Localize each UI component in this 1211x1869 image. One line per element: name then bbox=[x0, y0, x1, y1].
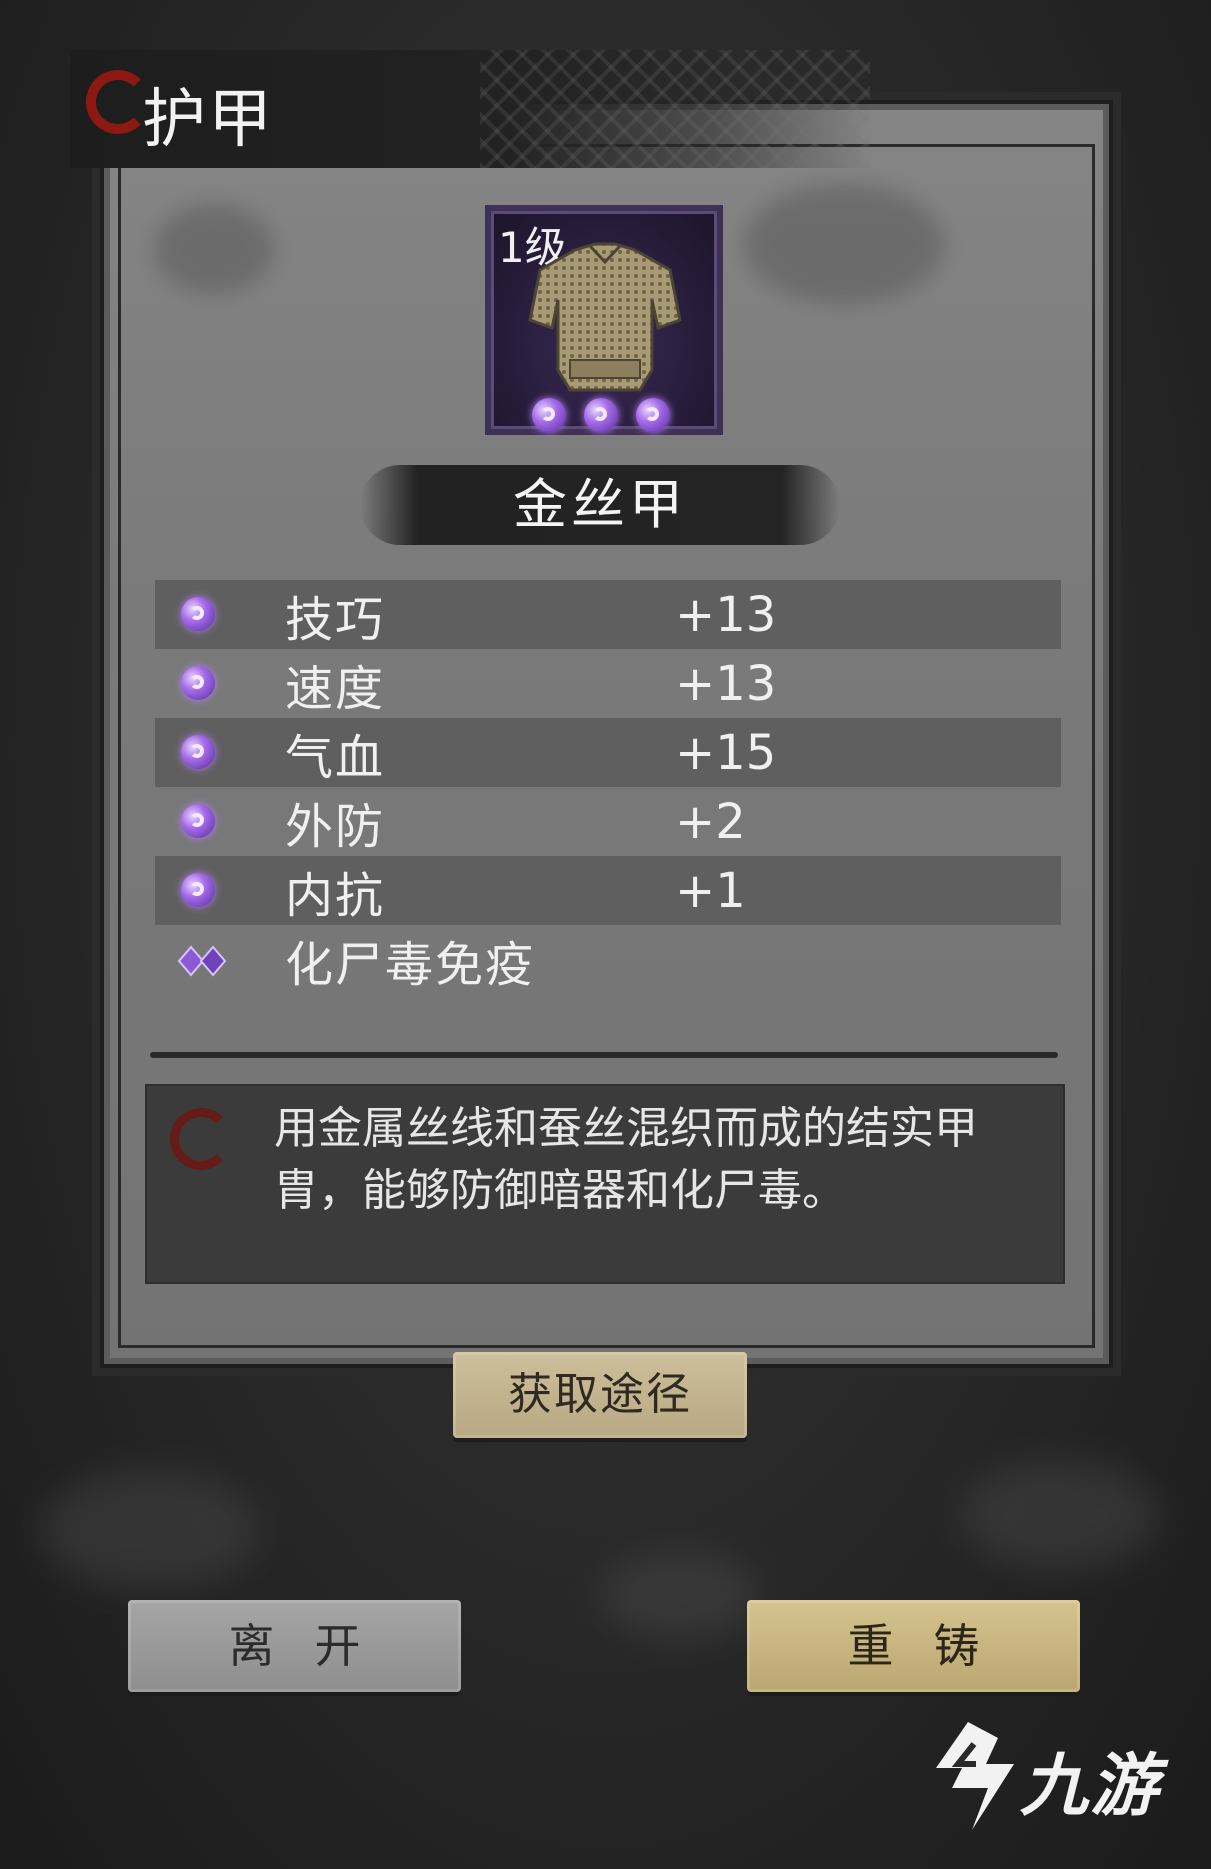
special-effect-label: 化尸毒免疫 bbox=[285, 936, 536, 993]
purple-swirl-icon bbox=[181, 804, 215, 838]
background-smudge bbox=[960, 1460, 1160, 1570]
armor-icon bbox=[528, 242, 682, 392]
stat-label: 速度 bbox=[285, 660, 386, 717]
stat-label: 技巧 bbox=[285, 591, 386, 648]
background-smudge bbox=[600, 1550, 760, 1640]
jiuyou-logo-icon bbox=[936, 1722, 1014, 1830]
purple-orb-icon bbox=[584, 398, 618, 432]
background-smudge bbox=[40, 1470, 260, 1590]
ink-decoration bbox=[154, 204, 274, 294]
stat-row: 外防 +2 bbox=[155, 787, 1061, 856]
purple-orb-icon bbox=[636, 398, 670, 432]
stat-label: 外防 bbox=[285, 798, 386, 855]
red-ring-icon bbox=[86, 70, 150, 134]
purple-swirl-icon bbox=[181, 666, 215, 700]
special-effect-row: 化尸毒免疫 bbox=[155, 925, 1061, 994]
purple-swirl-icon bbox=[181, 735, 215, 769]
stat-value: +13 bbox=[675, 586, 777, 643]
purple-orb-icon bbox=[532, 398, 566, 432]
purple-diamond-icon bbox=[177, 945, 227, 977]
stat-label: 内抗 bbox=[285, 867, 386, 924]
red-ring-icon bbox=[170, 1108, 232, 1170]
purple-swirl-icon bbox=[181, 873, 215, 907]
stat-value: +1 bbox=[675, 862, 746, 919]
item-name: 金丝甲 bbox=[513, 473, 687, 536]
stat-label: 气血 bbox=[285, 729, 386, 786]
reforge-button[interactable]: 重铸 bbox=[747, 1600, 1080, 1692]
stat-row: 内抗 +1 bbox=[155, 856, 1061, 925]
title-pattern bbox=[480, 50, 870, 168]
stat-value: +2 bbox=[675, 793, 746, 850]
acquire-source-button[interactable]: 获取途径 bbox=[453, 1352, 747, 1438]
stat-row: 速度 +13 bbox=[155, 649, 1061, 718]
ink-decoration bbox=[744, 184, 944, 304]
stat-row: 气血 +15 bbox=[155, 718, 1061, 787]
watermark-text: 九游 bbox=[1020, 1747, 1161, 1826]
page-title: 护甲 bbox=[142, 83, 274, 157]
stat-value: +13 bbox=[675, 655, 777, 712]
leave-button[interactable]: 离开 bbox=[128, 1600, 461, 1692]
stat-row: 技巧 +13 bbox=[155, 580, 1061, 649]
divider bbox=[150, 1052, 1058, 1058]
stat-value: +15 bbox=[675, 724, 777, 781]
quality-orbs bbox=[532, 398, 670, 432]
item-description: 用金属丝线和蚕丝混织而成的结实甲胄，能够防御暗器和化尸毒。 bbox=[274, 1103, 978, 1216]
purple-swirl-icon bbox=[181, 597, 215, 631]
stat-list: 技巧 +13 速度 +13 气血 +15 外防 +2 内抗 +1 化尸毒免疫 bbox=[155, 580, 1061, 994]
